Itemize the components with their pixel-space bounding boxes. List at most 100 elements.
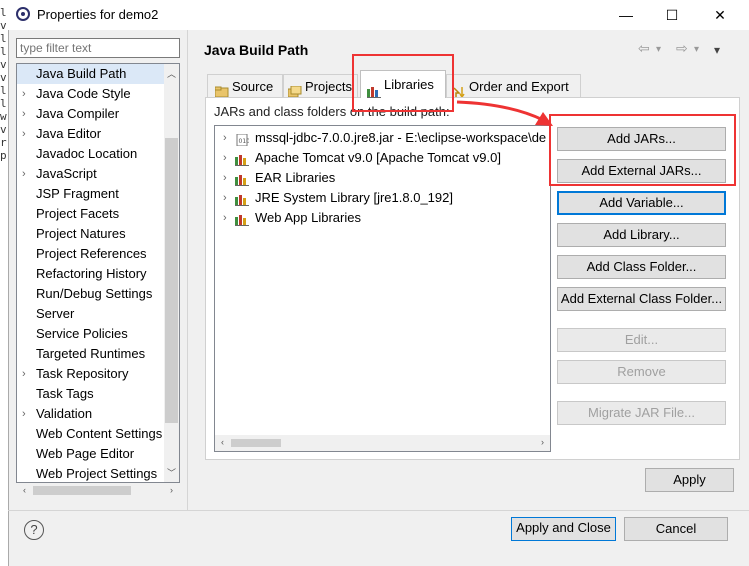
tab-order-and-export[interactable]: Order and Export (446, 74, 581, 98)
scroll-up-icon[interactable]: ︿ (164, 67, 179, 80)
forward-arrow-icon[interactable]: ⇨ (676, 40, 688, 57)
scroll-left-icon[interactable]: ‹ (17, 485, 32, 495)
filter-field[interactable] (16, 38, 180, 58)
view-menu-icon[interactable]: ▾ (714, 43, 720, 57)
eclipse-icon (16, 7, 30, 21)
minimize-button[interactable]: — (603, 0, 649, 30)
scroll-right-icon[interactable]: › (535, 437, 550, 447)
nav-item-label: Task Tags (36, 386, 94, 401)
nav-item-label: Server (36, 306, 75, 321)
library-icon (235, 172, 249, 186)
splitter[interactable] (187, 30, 188, 510)
nav-item[interactable]: Java Build Path (17, 64, 166, 84)
nav-vertical-scroll-thumb[interactable] (165, 138, 178, 423)
library-label: EAR Libraries (255, 170, 336, 185)
add-class-folder-button[interactable]: Add Class Folder... (557, 255, 726, 279)
build-path-description: JARs and class folders on the build path… (214, 104, 450, 119)
migrate-jar-button[interactable]: Migrate JAR File... (557, 401, 726, 425)
edit-button[interactable]: Edit... (557, 328, 726, 352)
nav-item[interactable]: Javadoc Location (17, 144, 166, 164)
tab-projects[interactable]: Projects (283, 74, 358, 98)
help-icon[interactable]: ? (24, 520, 44, 540)
chevron-right-icon[interactable]: › (223, 148, 227, 168)
chevron-right-icon[interactable]: › (223, 208, 227, 228)
nav-horizontal-scroll-thumb[interactable] (33, 486, 131, 495)
add-variable-button[interactable]: Add Variable... (557, 191, 726, 215)
apply-and-close-button[interactable]: Apply and Close (511, 517, 616, 541)
background-text-fragment: l (0, 32, 7, 45)
cancel-button[interactable]: Cancel (624, 517, 728, 541)
add-library-button[interactable]: Add Library... (557, 223, 726, 247)
chevron-right-icon[interactable]: › (22, 84, 32, 104)
nav-item[interactable]: › JavaScript (17, 164, 166, 184)
annotation-arrow (456, 100, 553, 126)
chevron-right-icon[interactable]: › (223, 188, 227, 208)
nav-item-label: Java Code Style (36, 86, 131, 101)
add-external-jars-button[interactable]: Add External JARs... (557, 159, 726, 183)
nav-item-label: Java Compiler (36, 106, 120, 121)
chevron-right-icon[interactable]: › (223, 168, 227, 188)
maximize-button[interactable]: ☐ (649, 0, 695, 30)
nav-item[interactable]: Web Content Settings (17, 424, 166, 444)
background-text-fragment: w (0, 110, 7, 123)
nav-item[interactable]: › Java Editor (17, 124, 166, 144)
chevron-right-icon[interactable]: › (22, 124, 32, 144)
back-arrow-icon[interactable]: ⇦ (638, 40, 650, 57)
jar-icon: 010 (235, 132, 250, 147)
nav-item-label: Service Policies (36, 326, 128, 341)
nav-item[interactable]: Run/Debug Settings (17, 284, 166, 304)
libraries-tree[interactable]: › 010 mssql-jdbc-7.0.0.jre8.jar - E:\eclip… (214, 125, 551, 452)
scroll-left-icon[interactable]: ‹ (215, 437, 230, 447)
nav-item-label: Java Build Path (36, 66, 127, 81)
nav-item[interactable]: › Java Compiler (17, 104, 166, 124)
apply-button[interactable]: Apply (645, 468, 734, 492)
nav-item-label: Run/Debug Settings (36, 286, 153, 301)
nav-item[interactable]: Project References (17, 244, 166, 264)
back-menu-icon[interactable]: ▾ (656, 44, 661, 55)
nav-item-label: JSP Fragment (36, 186, 119, 201)
svg-text:010: 010 (239, 138, 250, 145)
scroll-right-icon[interactable]: › (164, 485, 179, 495)
remove-button[interactable]: Remove (557, 360, 726, 384)
nav-item-label: JavaScript (36, 166, 97, 181)
nav-item[interactable]: Refactoring History (17, 264, 166, 284)
nav-item[interactable]: Web Project Settings (17, 464, 166, 482)
add-external-class-folder-button[interactable]: Add External Class Folder... (557, 287, 726, 311)
nav-item[interactable]: Targeted Runtimes (17, 344, 166, 364)
background-text-fragment: v (0, 58, 7, 71)
chevron-right-icon[interactable]: › (223, 128, 227, 148)
nav-item[interactable]: Web Page Editor (17, 444, 166, 464)
background-text-fragment: v (0, 19, 7, 32)
nav-item[interactable]: Project Facets (17, 204, 166, 224)
nav-item[interactable]: Service Policies (17, 324, 166, 344)
chevron-right-icon[interactable]: › (22, 404, 32, 424)
nav-item[interactable]: › Validation (17, 404, 166, 424)
nav-item[interactable]: Task Tags (17, 384, 166, 404)
nav-item[interactable]: › Java Code Style (17, 84, 166, 104)
chevron-right-icon[interactable]: › (22, 104, 32, 124)
nav-item[interactable]: › Task Repository (17, 364, 166, 384)
close-button[interactable]: ✕ (697, 0, 743, 30)
tab-source[interactable]: Source (207, 74, 283, 98)
nav-item-label: Refactoring History (36, 266, 147, 281)
chevron-right-icon[interactable]: › (22, 164, 32, 184)
forward-menu-icon[interactable]: ▾ (694, 44, 699, 55)
nav-item-label: Web Content Settings (36, 426, 163, 441)
tab-libraries[interactable]: Libraries (360, 70, 446, 98)
nav-item-label: Javadoc Location (36, 146, 138, 161)
page-title: Java Build Path (204, 42, 309, 58)
background-text-fragment: v (0, 123, 7, 136)
libraries-horizontal-scroll-thumb[interactable] (231, 439, 281, 447)
nav-item-label: Project Facets (36, 206, 120, 221)
nav-item-label: Task Repository (36, 366, 129, 381)
add-jars-button[interactable]: Add JARs... (557, 127, 726, 151)
nav-item[interactable]: Server (17, 304, 166, 324)
nav-item[interactable]: Project Natures (17, 224, 166, 244)
background-editor-strip: lvllvvllwvrp (0, 0, 8, 566)
filter-input[interactable] (20, 40, 170, 56)
properties-nav-tree[interactable]: Java Build Path › Java Code Style › Java Com… (16, 63, 180, 483)
nav-item[interactable]: JSP Fragment (17, 184, 166, 204)
scroll-down-icon[interactable]: ﹀ (164, 466, 179, 479)
library-label: Apache Tomcat v9.0 [Apache Tomcat v9.0] (255, 150, 501, 165)
chevron-right-icon[interactable]: › (22, 364, 32, 384)
